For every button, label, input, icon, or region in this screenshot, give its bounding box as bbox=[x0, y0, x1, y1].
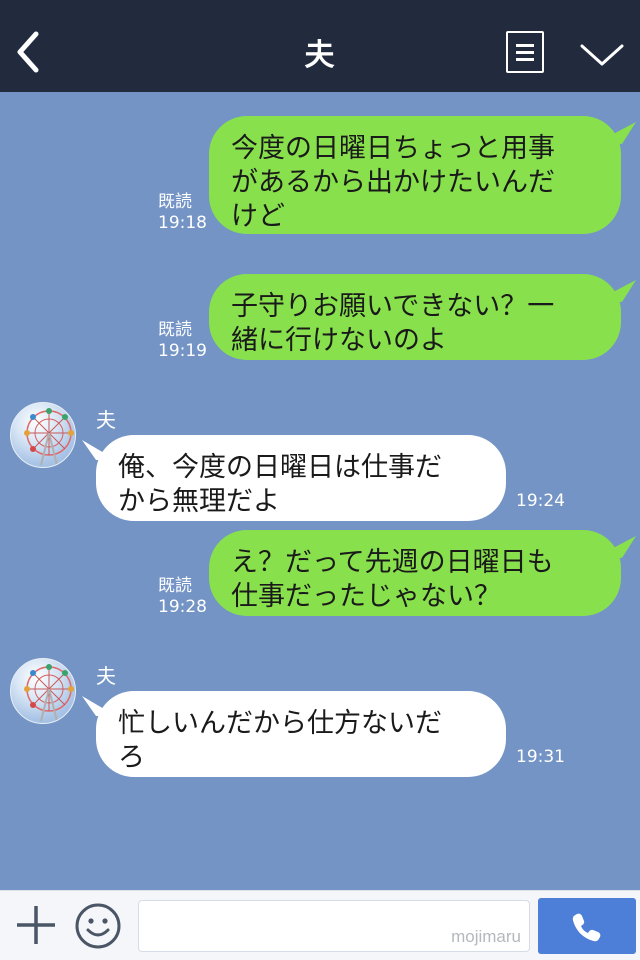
chat-area[interactable]: 今度の日曜日ちょっと用事 があるから出かけたいんだ けど 既読 19:18 子守… bbox=[0, 92, 640, 890]
sender-name: 夫 bbox=[96, 408, 116, 432]
message-bubble[interactable]: 子守りお願いできない？一 緒に行けないのよ bbox=[209, 274, 621, 360]
call-button[interactable] bbox=[538, 898, 636, 954]
add-attachment-button[interactable] bbox=[14, 903, 58, 947]
message-text: 子守りお願いできない？一 bbox=[231, 291, 555, 322]
message-time: 19:19 bbox=[158, 341, 207, 361]
avatar[interactable] bbox=[10, 658, 76, 724]
more-button[interactable] bbox=[576, 36, 628, 72]
note-list-button[interactable] bbox=[506, 31, 544, 73]
message-bubble[interactable]: え？だって先週の日曜日も 仕事だったじゃない？ bbox=[209, 530, 621, 616]
message-bubble[interactable]: 俺、今度の日曜日は仕事だ から無理だよ bbox=[96, 435, 506, 521]
smiley-icon bbox=[75, 903, 121, 949]
message-text: 忙しいんだから仕方ないだ bbox=[118, 708, 442, 739]
message-time: 19:24 bbox=[516, 491, 565, 511]
message-meta: 既読 19:28 bbox=[158, 576, 207, 618]
sender-name: 夫 bbox=[96, 664, 116, 688]
message-text: けど bbox=[231, 201, 285, 232]
message-text: があるから出かけたいんだ bbox=[231, 167, 555, 198]
message-text: 今度の日曜日ちょっと用事 bbox=[231, 133, 555, 164]
input-bar: mojimaru bbox=[0, 890, 640, 960]
message-bubble[interactable]: 今度の日曜日ちょっと用事 があるから出かけたいんだ けど bbox=[209, 116, 621, 234]
message-input[interactable]: mojimaru bbox=[138, 900, 530, 952]
message-time: 19:28 bbox=[158, 597, 207, 617]
message-bubble[interactable]: 忙しいんだから仕方ないだ ろ bbox=[96, 691, 506, 777]
phone-icon bbox=[572, 913, 601, 942]
message-text: から無理だよ bbox=[118, 486, 280, 517]
message-text: 緒に行けないのよ bbox=[231, 325, 447, 356]
message-text: 俺、今度の日曜日は仕事だ bbox=[118, 452, 442, 483]
avatar[interactable] bbox=[10, 402, 76, 468]
message-time: 19:31 bbox=[516, 747, 565, 767]
message-meta: 既読 19:18 bbox=[158, 192, 207, 234]
read-receipt: 既読 bbox=[158, 576, 192, 596]
ferris-wheel-icon bbox=[24, 664, 74, 722]
plus-icon bbox=[17, 906, 55, 944]
chat-title: 夫 bbox=[304, 38, 336, 73]
message-time: 19:18 bbox=[158, 213, 207, 233]
chevron-down-icon bbox=[580, 44, 624, 66]
read-receipt: 既読 bbox=[158, 192, 192, 212]
message-meta: 既読 19:19 bbox=[158, 320, 207, 362]
message-text: ろ bbox=[118, 742, 145, 773]
read-receipt: 既読 bbox=[158, 320, 192, 340]
message-text: え？だって先週の日曜日も bbox=[231, 547, 554, 578]
note-list-icon bbox=[516, 44, 534, 47]
message-text: 仕事だったじゃない？ bbox=[231, 581, 501, 612]
watermark: mojimaru bbox=[451, 927, 521, 946]
ferris-wheel-icon bbox=[24, 408, 74, 466]
chat-header: 夫 bbox=[0, 0, 640, 92]
emoji-button[interactable] bbox=[74, 902, 122, 950]
